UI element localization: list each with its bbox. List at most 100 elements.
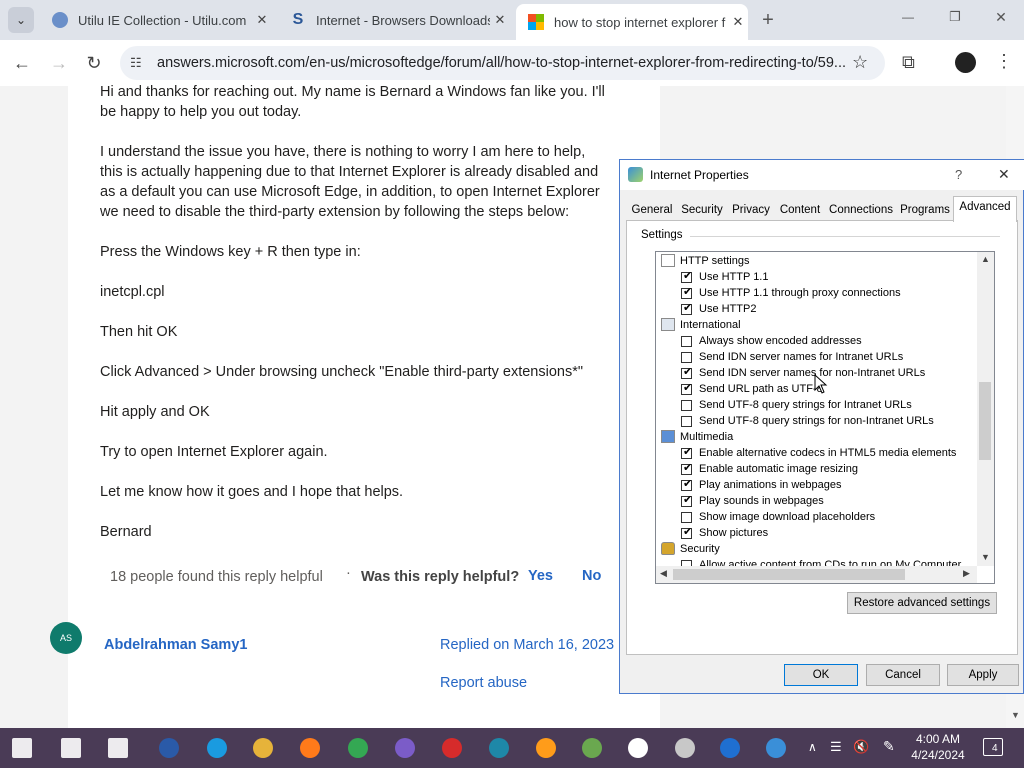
internet-explorer-icon[interactable] (203, 734, 231, 762)
tab-microsoft-answers[interactable]: how to stop internet explorer f ✕ (516, 4, 748, 40)
tab-connections[interactable]: Connections (827, 200, 895, 220)
setting-checkbox-row[interactable]: Send UTF-8 query strings for non-Intrane… (656, 413, 976, 429)
tree-hscrollbar[interactable]: ◀ ▶ (656, 566, 977, 583)
restore-button[interactable]: ❐ (943, 9, 967, 25)
profile-avatar-icon[interactable] (955, 52, 976, 73)
checkbox-unchecked[interactable] (681, 336, 692, 347)
scroll-thumb[interactable] (979, 382, 991, 460)
apply-button[interactable]: Apply (947, 664, 1019, 686)
checkbox-checked[interactable]: ✔ (681, 382, 692, 395)
tray-chevron-icon[interactable]: ∧ (808, 740, 817, 754)
tab-search-button[interactable]: ⌄ (8, 7, 34, 33)
site-info-icon[interactable]: ☷ (130, 55, 142, 71)
helpful-no-button[interactable]: No (582, 566, 601, 586)
setting-checkbox-row[interactable]: ✔ Show pictures (656, 525, 976, 541)
task-view-icon[interactable] (104, 734, 132, 762)
pen-icon[interactable]: ✎ (883, 738, 895, 755)
extensions-icon[interactable]: ⧉ (902, 52, 915, 73)
checkbox-checked[interactable]: ✔ (681, 462, 692, 475)
tab-content[interactable]: Content (776, 200, 824, 220)
clock[interactable]: 4:00 AM 4/24/2024 (905, 731, 971, 763)
network-icon[interactable]: ☰ (830, 739, 842, 755)
scroll-down-arrow[interactable]: ▼ (981, 552, 990, 562)
checkbox-checked[interactable]: ✔ (681, 302, 692, 315)
setting-checkbox-row[interactable]: Show image download placeholders (656, 509, 976, 525)
tab-security[interactable]: Security (678, 200, 726, 220)
checkbox-unchecked[interactable] (681, 352, 692, 363)
ie-app-icon[interactable] (716, 734, 744, 762)
search-icon[interactable] (57, 734, 85, 762)
setting-checkbox-row[interactable]: Send IDN server names for Intranet URLs (656, 349, 976, 365)
checkbox-checked[interactable]: ✔ (681, 446, 692, 459)
obama-icon[interactable] (155, 734, 183, 762)
scroll-down-arrow[interactable]: ▼ (1011, 710, 1020, 720)
minimize-button[interactable]: — (896, 10, 920, 24)
setting-checkbox-row[interactable]: Send UTF-8 query strings for Intranet UR… (656, 397, 976, 413)
checkbox-unchecked[interactable] (681, 416, 692, 427)
setting-checkbox-row[interactable]: ✔ Use HTTP2 (656, 301, 976, 317)
tab-general[interactable]: General (629, 200, 675, 220)
tab-close-button[interactable]: ✕ (490, 12, 510, 28)
v-app-icon[interactable] (485, 734, 513, 762)
setting-checkbox-row[interactable]: ✔ Play sounds in webpages (656, 493, 976, 509)
chrome-icon[interactable] (344, 734, 372, 762)
window-close-button[interactable]: ✕ (989, 9, 1013, 26)
reload-button[interactable]: ↻ (82, 51, 106, 75)
notification-center-icon[interactable]: 4 (983, 738, 1003, 756)
scroll-up-arrow[interactable]: ▲ (981, 254, 990, 264)
internet-options-icon[interactable] (762, 734, 790, 762)
firefox-icon[interactable] (296, 734, 324, 762)
back-button[interactable]: ← (10, 51, 34, 75)
checkbox-checked[interactable]: ✔ (681, 270, 692, 283)
tab-advanced[interactable]: Advanced (953, 196, 1017, 222)
control-panel-icon[interactable] (671, 734, 699, 762)
setting-checkbox-row[interactable]: Always show encoded addresses (656, 333, 976, 349)
new-tab-button[interactable]: + (756, 8, 780, 32)
windows-start-icon[interactable] (8, 734, 36, 762)
reply-author[interactable]: Abdelrahman Samy1 (104, 635, 247, 655)
help-button[interactable]: ? (955, 167, 962, 182)
checkbox-checked[interactable]: ✔ (681, 366, 692, 379)
tab-programs[interactable]: Programs (898, 200, 952, 220)
volume-muted-icon[interactable]: 🔇 (853, 739, 869, 755)
setting-checkbox-row[interactable]: ✔ Use HTTP 1.1 through proxy connections (656, 285, 976, 301)
checkbox-checked[interactable]: ✔ (681, 286, 692, 299)
setting-checkbox-row[interactable]: ✔ Enable automatic image resizing (656, 461, 976, 477)
checkbox-checked[interactable]: ✔ (681, 478, 692, 491)
tab-privacy[interactable]: Privacy (730, 200, 772, 220)
bookmark-star-icon[interactable]: ☆ (852, 52, 868, 73)
settings-tree[interactable]: HTTP settings ✔ Use HTTP 1.1 ✔ Use HTTP 1.1 … (655, 251, 995, 584)
menu-kebab-icon[interactable]: ⋮ (995, 51, 1013, 72)
settings-icon[interactable] (624, 734, 652, 762)
setting-checkbox-row[interactable]: ✔ Play animations in webpages (656, 477, 976, 493)
scroll-left-arrow[interactable]: ◀ (660, 568, 667, 579)
dialog-titlebar[interactable]: Internet Properties ? ✕ (620, 160, 1024, 190)
scroll-right-arrow[interactable]: ▶ (963, 568, 970, 579)
checkbox-unchecked[interactable] (681, 512, 692, 523)
checkbox-checked[interactable]: ✔ (681, 526, 692, 539)
tab-close-button[interactable]: ✕ (728, 14, 748, 30)
search-tool-icon[interactable] (532, 734, 560, 762)
separator-dot: · (346, 565, 351, 581)
tab-browsers-downloads[interactable]: S Internet - Browsers Downloads ✕ (278, 5, 510, 35)
forward-button[interactable]: → (47, 51, 71, 75)
scroll-thumb[interactable] (673, 569, 905, 580)
cancel-button[interactable]: Cancel (866, 664, 940, 686)
tab-close-button[interactable]: ✕ (252, 12, 272, 28)
visual-studio-icon[interactable] (391, 734, 419, 762)
notepad-icon[interactable] (578, 734, 606, 762)
setting-checkbox-row[interactable]: ✔ Use HTTP 1.1 (656, 269, 976, 285)
checkbox-checked[interactable]: ✔ (681, 494, 692, 507)
tree-vscrollbar[interactable]: ▲ ▼ (977, 252, 994, 566)
setting-checkbox-row[interactable]: ✔ Enable alternative codecs in HTML5 medi… (656, 445, 976, 461)
fg-icon[interactable] (438, 734, 466, 762)
tab-utilu[interactable]: Utilu IE Collection - Utilu.com ✕ (40, 5, 272, 35)
file-explorer-icon[interactable] (249, 734, 277, 762)
ok-button[interactable]: OK (784, 664, 858, 686)
checkbox-unchecked[interactable] (681, 400, 692, 411)
dialog-close-button[interactable]: ✕ (998, 166, 1010, 183)
reply-date[interactable]: Replied on March 16, 2023 (440, 635, 614, 655)
restore-advanced-settings-button[interactable]: Restore advanced settings (847, 592, 997, 614)
report-abuse-link[interactable]: Report abuse (440, 673, 527, 693)
helpful-yes-button[interactable]: Yes (528, 566, 553, 586)
